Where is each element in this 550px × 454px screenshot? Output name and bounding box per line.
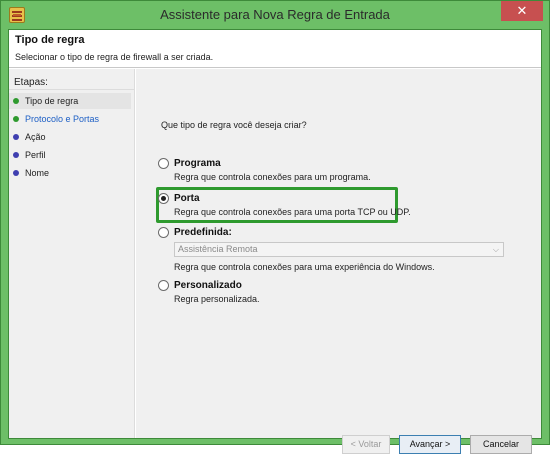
step-pending-dot-icon [13,170,19,176]
step-pending-dot-icon [13,152,19,158]
wizard-content: Que tipo de regra você deseja criar? Pro… [136,69,541,454]
step-protocolo-e-portas[interactable]: Protocolo e Portas [9,111,131,127]
step-complete-dot-icon [13,98,19,104]
step-tipo-de-regra[interactable]: Tipo de regra [9,93,131,109]
step-label: Protocolo e Portas [25,114,100,124]
steps-pane: Etapas: Tipo de regra Protocolo e Portas… [9,69,135,438]
radio-predefinida[interactable] [158,227,169,238]
title-bar[interactable]: Assistente para Nova Regra de Entrada ✕ [1,1,549,29]
step-label: Perfil [25,150,46,160]
option-description: Regra que controla conexões para uma exp… [174,262,435,272]
option-description: Regra que controla conexões para um prog… [174,172,371,182]
option-label[interactable]: Porta [174,193,200,204]
step-acao[interactable]: Ação [9,129,131,145]
radio-personalizado[interactable] [158,280,169,291]
wizard-header: Tipo de regra Selecionar o tipo de regra… [9,30,541,68]
radio-porta[interactable] [158,193,169,204]
wizard-client: Tipo de regra Selecionar o tipo de regra… [8,29,542,454]
page-subtitle: Selecionar o tipo de regra de firewall a… [15,52,214,62]
step-label: Ação [25,132,46,142]
chevron-down-icon: ⌵ [492,245,499,254]
option-description: Regra que controla conexões para uma por… [174,207,411,217]
page-title: Tipo de regra [15,34,85,46]
step-label: Tipo de regra [25,96,79,106]
steps-divider [9,89,135,90]
step-nome[interactable]: Nome [9,165,131,181]
radio-programa[interactable] [158,158,169,169]
option-label[interactable]: Programa [174,158,221,169]
window-title: Assistente para Nova Regra de Entrada [160,7,390,22]
step-pending-dot-icon [13,134,19,140]
option-label[interactable]: Personalizado [174,280,242,291]
step-label: Nome [25,168,50,178]
step-perfil[interactable]: Perfil [9,147,131,163]
predefined-rule-select[interactable]: Assistência Remota ⌵ [174,242,504,257]
close-button[interactable]: ✕ [501,1,543,21]
wizard-window: Assistente para Nova Regra de Entrada ✕ … [0,0,550,454]
step-current-dot-icon [13,116,19,122]
steps-heading: Etapas: [14,77,48,88]
option-label[interactable]: Predefinida: [174,227,232,238]
option-description: Regra personalizada. [174,294,260,304]
select-value: Assistência Remota [178,244,258,254]
question-text: Que tipo de regra você deseja criar? [161,120,307,130]
